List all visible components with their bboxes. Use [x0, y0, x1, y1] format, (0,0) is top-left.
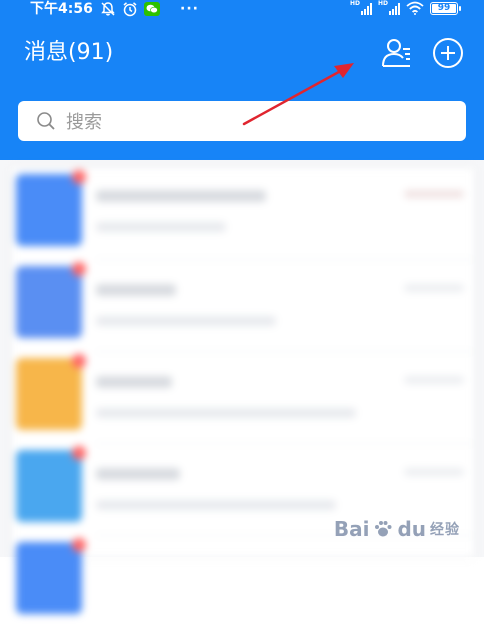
search-input[interactable]: 搜索	[18, 101, 466, 141]
signal-1-icon: HD	[350, 1, 372, 15]
unread-badge	[72, 446, 86, 460]
unread-badge	[72, 354, 86, 368]
more-notifications-icon: ···	[180, 1, 199, 17]
avatar	[16, 358, 82, 430]
avatar	[16, 266, 82, 338]
list-item[interactable]	[12, 260, 474, 352]
alarm-clock-icon	[123, 2, 137, 17]
status-time: 下午4:56	[30, 1, 93, 17]
header-bar: 下午4:56 ··· HD HD 99 消息(91) 搜索	[0, 0, 484, 160]
unread-badge	[72, 170, 86, 184]
battery-icon: 99	[430, 1, 461, 15]
alarm-off-icon	[101, 2, 115, 16]
watermark: Bai du 经验	[334, 517, 460, 541]
status-icons-left: ···	[100, 1, 199, 17]
unread-badge	[72, 262, 86, 276]
avatar	[16, 450, 82, 522]
status-bar: 下午4:56 ··· HD HD 99	[0, 0, 484, 20]
watermark-brand-2: du	[397, 517, 426, 541]
watermark-brand: Bai	[333, 517, 370, 541]
list-item[interactable]	[12, 352, 474, 444]
signal-2-icon: HD	[378, 1, 400, 15]
list-item[interactable]	[12, 536, 474, 628]
contacts-icon[interactable]	[380, 36, 414, 70]
list-item[interactable]	[12, 168, 474, 260]
status-icons-right: HD HD 99	[350, 1, 461, 15]
baidu-paw-icon	[375, 521, 392, 537]
unread-badge	[72, 538, 86, 552]
page-title: 消息(91)	[24, 40, 114, 65]
battery-level: 99	[437, 3, 451, 13]
wifi-icon	[406, 1, 424, 15]
avatar	[16, 174, 82, 246]
conversation-list-blurred	[12, 168, 474, 614]
conversation-list[interactable]: Bai du 经验	[0, 160, 484, 614]
watermark-sub: 经验	[430, 522, 460, 538]
search-icon	[37, 112, 55, 130]
add-circle-icon[interactable]	[432, 37, 464, 69]
wechat-icon	[144, 2, 160, 16]
avatar	[16, 542, 82, 614]
search-placeholder: 搜索	[66, 112, 102, 133]
